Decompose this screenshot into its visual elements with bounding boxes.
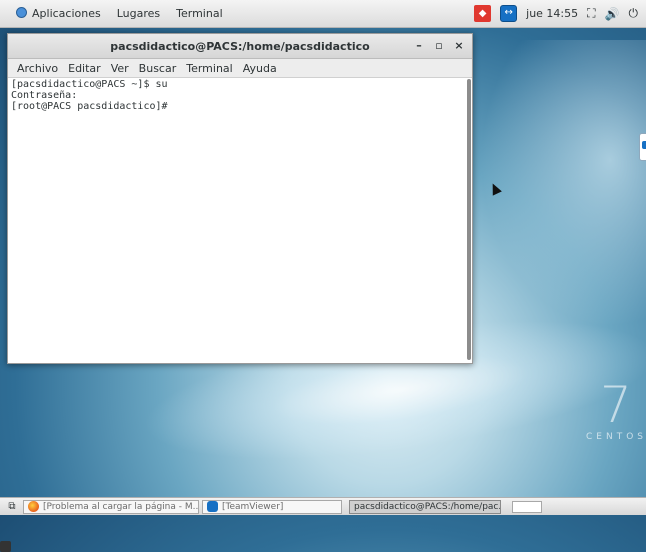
teamviewer-icon	[207, 501, 218, 512]
menu-terminal[interactable]: Terminal	[181, 62, 238, 75]
terminal-window: pacsdidactico@PACS:/home/pacsdidactico –…	[7, 33, 473, 364]
centos-logo-word: CENTOS	[586, 432, 646, 442]
taskbar-item-firefox[interactable]: [Problema al cargar la página - M...	[23, 499, 199, 514]
terminal-line: Contraseña:	[11, 90, 78, 101]
terminal-scrollbar[interactable]	[467, 79, 471, 360]
minimize-button[interactable]: –	[412, 39, 426, 53]
teamviewer-edge-icon	[642, 141, 646, 149]
maximize-button[interactable]: ▫	[432, 39, 446, 53]
taskbar-item-teamviewer[interactable]: [TeamViewer]	[202, 499, 342, 514]
places-menu[interactable]: Lugares	[109, 7, 168, 20]
menu-buscar[interactable]: Buscar	[134, 62, 182, 75]
volume-icon[interactable]: 🔊	[605, 7, 620, 21]
window-titlebar[interactable]: pacsdidactico@PACS:/home/pacsdidactico –…	[8, 34, 472, 59]
terminal-line: [root@PACS pacsdidactico]#	[11, 101, 168, 112]
centos-logo-number: 7	[600, 376, 632, 434]
applications-menu[interactable]: Aplicaciones	[8, 7, 109, 20]
firefox-icon	[28, 501, 39, 512]
network-icon[interactable]: ⛶	[587, 6, 595, 21]
close-button[interactable]: ×	[452, 39, 466, 53]
applications-label: Aplicaciones	[32, 7, 101, 20]
terminal-line: [pacsdidactico@PACS ~]$ su	[11, 79, 168, 90]
menu-archivo[interactable]: Archivo	[12, 62, 63, 75]
workspace-switcher[interactable]	[512, 500, 542, 513]
notification-tray-icon[interactable]: ◆	[474, 5, 492, 22]
taskbar-item-label: [Problema al cargar la página - M...	[43, 501, 199, 512]
applications-icon	[16, 7, 27, 18]
menu-ayuda[interactable]: Ayuda	[238, 62, 282, 75]
terminal-output[interactable]: [pacsdidactico@PACS ~]$ su Contraseña: […	[8, 77, 472, 363]
menu-editar[interactable]: Editar	[63, 62, 106, 75]
window-controls: – ▫ ×	[412, 34, 466, 58]
taskbar-item-label: [TeamViewer]	[222, 501, 284, 512]
teamviewer-tray-icon[interactable]: ↔	[500, 5, 518, 22]
terminal-app-menu[interactable]: Terminal	[168, 7, 231, 20]
top-panel-menu: Aplicaciones Lugares Terminal	[8, 7, 231, 20]
top-panel: Aplicaciones Lugares Terminal ◆ ↔ jue 14…	[0, 0, 646, 28]
taskbar-item-terminal[interactable]: pacsdidactico@PACS:/home/pac...	[0, 499, 501, 552]
window-title: pacsdidactico@PACS:/home/pacsdidactico	[110, 39, 370, 53]
teamviewer-edge-tab[interactable]	[639, 133, 646, 161]
menu-ver[interactable]: Ver	[106, 62, 134, 75]
window-menubar: Archivo Editar Ver Buscar Terminal Ayuda	[8, 59, 472, 78]
clock[interactable]: jue 14:55	[526, 7, 578, 20]
bottom-taskbar: ⧉ [Problema al cargar la página - M... […	[0, 497, 646, 552]
power-icon[interactable]: ⏻	[629, 6, 639, 21]
taskbar-item-label: pacsdidactico@PACS:/home/pac...	[354, 501, 501, 512]
show-desktop-icon[interactable]: ⧉	[4, 500, 20, 514]
system-tray: ◆ ↔ jue 14:55 ⛶ 🔊 ⏻	[474, 5, 638, 22]
